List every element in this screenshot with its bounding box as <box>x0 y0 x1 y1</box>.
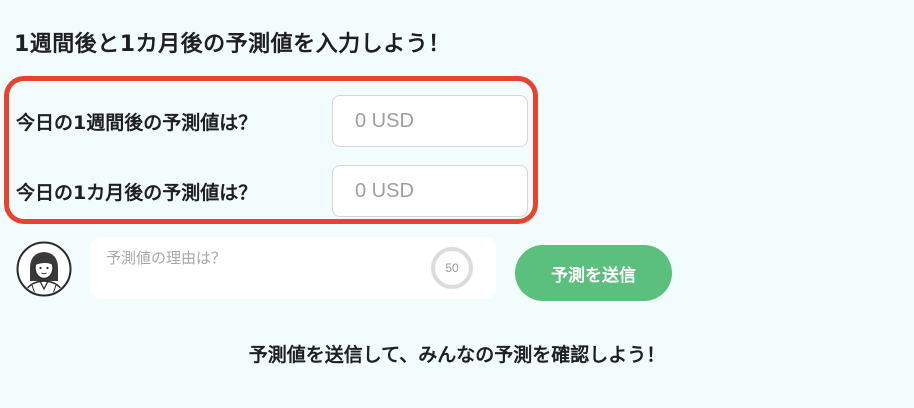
one-week-forecast-input[interactable] <box>332 95 528 147</box>
character-counter: 50 <box>430 246 474 290</box>
one-week-forecast-label: 今日の1週間後の予測値は？ <box>16 112 258 134</box>
user-avatar-icon <box>16 241 72 297</box>
reason-box: 50 <box>90 237 496 299</box>
one-month-forecast-input[interactable] <box>332 165 528 217</box>
submit-forecast-button[interactable]: 予測を送信 <box>515 245 672 301</box>
one-week-forecast-row: 今日の1週間後の予測値は？ <box>0 95 560 149</box>
remaining-chars-count: 50 <box>445 261 459 275</box>
footer-message: 予測値を送信して、みんなの予測を確認しよう！ <box>248 344 666 366</box>
page-heading: 1週間後と1カ月後の予測値を入力しよう！ <box>14 32 451 57</box>
one-month-forecast-label: 今日の1カ月後の予測値は？ <box>16 182 258 204</box>
one-month-forecast-row: 今日の1カ月後の予測値は？ <box>0 165 560 219</box>
reason-input[interactable] <box>90 237 410 287</box>
